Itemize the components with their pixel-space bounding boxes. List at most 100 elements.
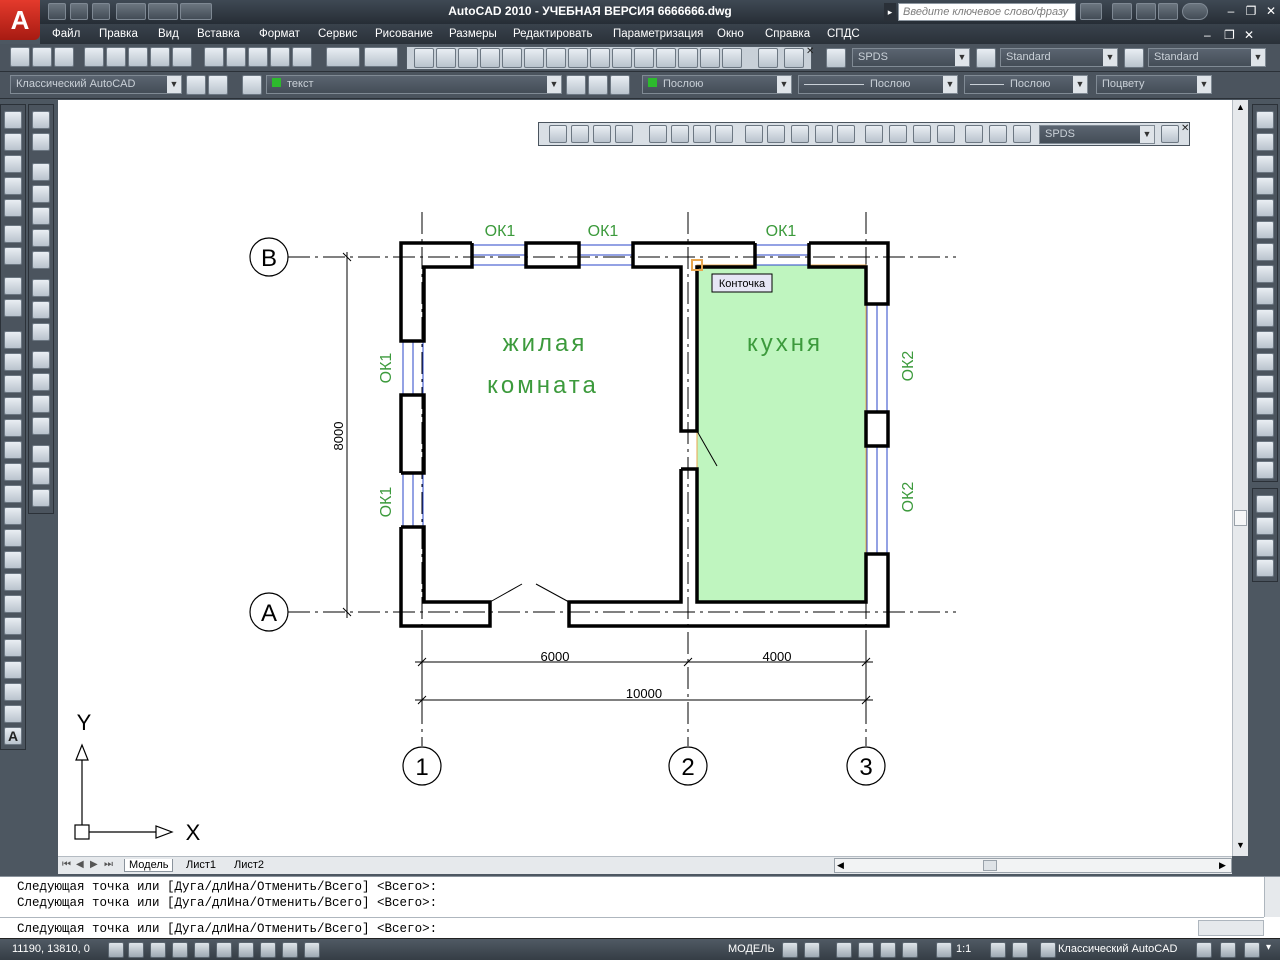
text-a-icon[interactable] — [568, 48, 588, 68]
floating-dim-toolbar-close-icon[interactable]: ✕ — [1181, 123, 1189, 134]
publish-icon[interactable] — [128, 47, 148, 67]
object-snap-tracking-icon[interactable] — [216, 942, 232, 958]
horizontal-scrollbar[interactable]: ◀ ▶ — [834, 858, 1232, 873]
scroll-left-icon[interactable]: ◀ — [837, 860, 844, 871]
snap-none-icon[interactable] — [32, 467, 50, 485]
coordinates-readout[interactable]: 11190, 13810, 0 — [12, 943, 90, 955]
floating-style-dropdown[interactable]: SPDS ▼ — [1039, 125, 1155, 144]
make-block-icon[interactable] — [4, 595, 22, 613]
line-icon[interactable] — [4, 331, 22, 349]
spds-style-icon[interactable] — [826, 48, 846, 68]
snap-nearest-icon[interactable] — [32, 445, 50, 463]
fillet-icon[interactable] — [1256, 441, 1274, 459]
object-snap-icon[interactable] — [194, 942, 210, 958]
dim-space-icon[interactable] — [815, 125, 833, 143]
stretch-icon[interactable] — [1256, 287, 1274, 305]
plot-toolbar-icon[interactable] — [84, 47, 104, 67]
zoom-dynamic-icon[interactable] — [4, 155, 22, 173]
table-draw-icon[interactable] — [4, 705, 22, 723]
snap-extension-icon[interactable] — [32, 251, 50, 269]
plotstyle-dropdown[interactable]: Поцвету ▼ — [1096, 75, 1212, 94]
key-icon[interactable] — [1136, 3, 1156, 20]
tab-nav-first-icon[interactable]: ⏮ — [62, 859, 71, 870]
detail-icon[interactable] — [678, 48, 698, 68]
save-toolbar-icon[interactable] — [54, 47, 74, 67]
center-mark-icon[interactable] — [889, 125, 907, 143]
menu-view[interactable]: Вид — [158, 28, 179, 40]
jogged-dim-icon[interactable] — [671, 125, 689, 143]
erase-icon[interactable] — [1256, 111, 1274, 129]
extend-icon[interactable] — [1256, 331, 1274, 349]
dim-style-icon[interactable] — [1124, 48, 1144, 68]
text-style-icon[interactable] — [976, 48, 996, 68]
dim-break-icon[interactable] — [837, 125, 855, 143]
showmotion-icon[interactable] — [902, 942, 918, 958]
snap-endpoint-icon[interactable] — [32, 163, 50, 181]
table-icon[interactable] — [612, 48, 632, 68]
autocad-logo-button[interactable]: A — [0, 0, 40, 40]
scroll-up-icon[interactable]: ▲ — [1234, 102, 1247, 116]
ellipse-arc-icon[interactable] — [4, 551, 22, 569]
copy-object-icon[interactable] — [1256, 133, 1274, 151]
undo-toolbar-icon[interactable] — [326, 47, 360, 67]
snap-quadrant-icon[interactable] — [32, 301, 50, 319]
toolbar-lock-icon[interactable] — [1196, 942, 1212, 958]
menu-window[interactable]: Окно — [717, 28, 744, 40]
snap-center-icon[interactable] — [32, 279, 50, 297]
auto-scale-icon[interactable] — [1012, 942, 1028, 958]
break-at-point-icon[interactable] — [1256, 353, 1274, 371]
workspace-settings-icon[interactable] — [186, 75, 206, 95]
polygon-icon[interactable] — [4, 397, 22, 415]
tab-nav-last-icon[interactable]: ⏭ — [104, 859, 113, 870]
osnap-settings-icon[interactable] — [32, 489, 50, 507]
send-under-icon[interactable] — [1256, 559, 1274, 577]
radius-dim-icon[interactable] — [649, 125, 667, 143]
lineweight-toggle-icon[interactable] — [282, 942, 298, 958]
view-icon[interactable] — [656, 48, 676, 68]
open-file-icon[interactable] — [70, 3, 88, 20]
snap-node-icon[interactable] — [32, 417, 50, 435]
copy-icon[interactable] — [226, 47, 246, 67]
zoom-realtime-icon[interactable] — [4, 111, 22, 129]
workspace-save-icon[interactable] — [208, 75, 228, 95]
menu-parametric[interactable]: Параметризация — [613, 28, 703, 40]
diameter-dim-icon[interactable] — [693, 125, 711, 143]
arc-icon[interactable] — [4, 441, 22, 459]
spellcheck-icon[interactable] — [590, 48, 610, 68]
redo-toolbar-icon[interactable] — [364, 47, 398, 67]
tab-nav-next-icon[interactable]: ▶ — [90, 859, 98, 870]
gradient-icon[interactable] — [4, 661, 22, 679]
snap-parallel-icon[interactable] — [32, 373, 50, 391]
tab-layout2[interactable]: Лист2 — [230, 859, 268, 871]
doc-minimize-button[interactable]: – — [1204, 28, 1211, 42]
command-scrollbar[interactable] — [1264, 877, 1280, 917]
trim-icon[interactable] — [1256, 309, 1274, 327]
tab-model[interactable]: Модель — [124, 859, 174, 872]
zoom-window-icon[interactable] — [4, 133, 22, 151]
region-icon[interactable] — [4, 683, 22, 701]
layer-previous-icon[interactable] — [588, 75, 608, 95]
aligned-dim-icon[interactable] — [571, 125, 589, 143]
zoom-scale-icon[interactable] — [4, 177, 22, 195]
zoom-out-icon[interactable] — [4, 247, 22, 265]
etransmit-icon[interactable] — [172, 47, 192, 67]
move-icon[interactable] — [1256, 221, 1274, 239]
search-input[interactable]: Введите ключевое слово/фразу — [898, 3, 1076, 21]
leader-icon[interactable] — [502, 48, 522, 68]
spds-settings-icon[interactable] — [758, 48, 778, 68]
pan-icon[interactable] — [836, 942, 852, 958]
spds-style-dropdown[interactable]: SPDS ▼ — [852, 48, 970, 67]
plot-icon[interactable] — [180, 3, 212, 20]
menu-format[interactable]: Формат — [259, 28, 300, 40]
section-icon[interactable] — [634, 48, 654, 68]
annotation-visibility-icon[interactable] — [990, 942, 1006, 958]
scroll-down-icon[interactable]: ▼ — [1234, 840, 1247, 854]
zoom-extents-icon[interactable] — [4, 299, 22, 317]
layer-tool-icon[interactable] — [722, 48, 742, 68]
menu-file[interactable]: Файл — [52, 28, 80, 40]
doc-restore-button[interactable]: ❐ — [1224, 28, 1235, 42]
command-window[interactable]: Следующая точка или [Дуга/длИна/Отменить… — [0, 876, 1280, 938]
inspection-icon[interactable] — [913, 125, 931, 143]
linear-dim-icon[interactable] — [549, 125, 567, 143]
array-icon[interactable] — [1256, 199, 1274, 217]
